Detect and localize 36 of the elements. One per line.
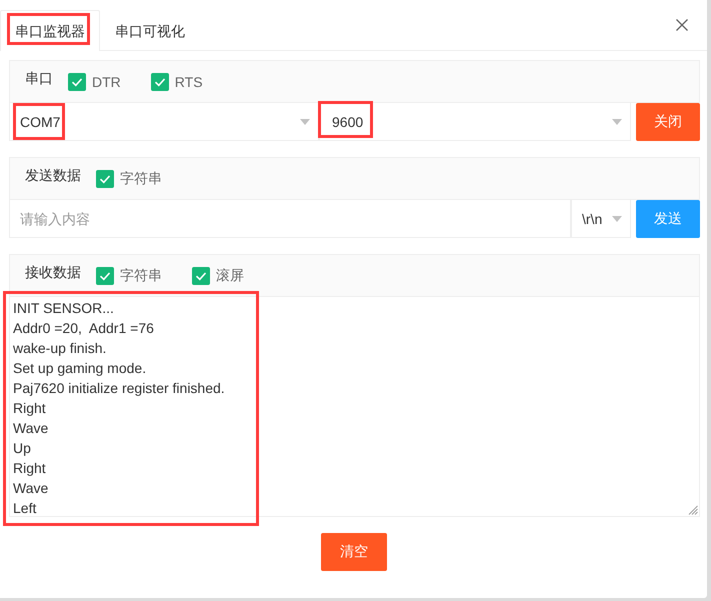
checkbox[interactable]	[68, 72, 86, 90]
line-ending-select[interactable]: \r\n	[571, 200, 631, 238]
tab[interactable]: 串口监视器	[0, 10, 100, 51]
section-title: 串口	[25, 70, 53, 88]
log-line: Right	[13, 459, 46, 478]
port-select[interactable]: COM7	[9, 103, 319, 141]
caret-icon	[612, 216, 622, 222]
checkbox-label: 字符串	[120, 170, 162, 188]
section-title: 发送数据	[25, 167, 81, 185]
resize-grip-icon[interactable]	[688, 505, 698, 515]
caret-icon	[300, 118, 310, 124]
checkbox[interactable]	[150, 72, 169, 90]
close-icon[interactable]	[676, 19, 688, 31]
log-line: wake-up finish.	[13, 339, 106, 358]
log-line: Wave	[13, 479, 48, 498]
message-input[interactable]: 请输入内容	[9, 200, 571, 238]
baud-rate-select[interactable]: 9600	[319, 103, 631, 141]
log-line: Up	[13, 439, 31, 458]
caret-icon	[612, 118, 622, 124]
checkbox[interactable]	[192, 266, 210, 284]
log-line: Addr0 =20, Addr1 =76	[13, 319, 154, 338]
checkbox-label: 滚屏	[216, 266, 244, 284]
checkbox[interactable]	[96, 266, 114, 284]
checkbox-label: DTR	[92, 74, 121, 90]
checkbox-label: RTS	[174, 74, 203, 90]
log-line: Right	[13, 399, 46, 418]
log-line: Paj7620 initialize register finished.	[13, 379, 225, 398]
log-line: Left	[13, 499, 36, 518]
checkbox-label: 字符串	[120, 266, 162, 284]
log-line: INIT SENSOR...	[13, 299, 114, 318]
section-title: 接收数据	[25, 264, 81, 282]
log-line: Set up gaming mode.	[13, 359, 146, 378]
receive-textarea[interactable]: INIT SENSOR... Addr0 =20, Addr1 =76 wake-up finish. Set up gaming mode. Paj7620 initialize register finished. Right Wave Up Right Wave Left	[9, 297, 700, 517]
tab[interactable]: 串口可视化	[100, 10, 200, 51]
checkbox[interactable]	[96, 170, 114, 188]
log-line: Wave	[13, 419, 48, 438]
